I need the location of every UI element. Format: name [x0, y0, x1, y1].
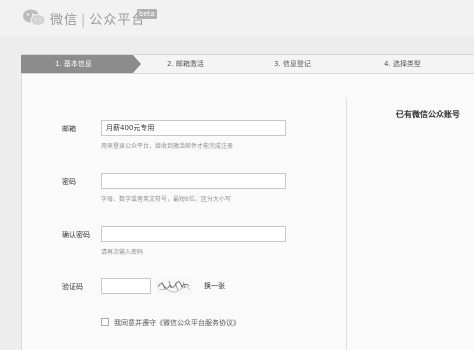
confirm-password-hint: 请再次输入密码 [101, 249, 144, 256]
captcha-field[interactable] [101, 278, 151, 294]
step-select-type: 4. 选择类型 [384, 60, 421, 68]
password-hint: 字母、数字或者英文符号，最短6位，区分大小写 [101, 196, 231, 203]
refresh-captcha-link[interactable]: 换一张 [204, 281, 225, 291]
brand-name: 微信 [50, 13, 79, 28]
existing-account-link[interactable]: 已有微信公众账号 [396, 109, 460, 120]
agreement-checkbox[interactable] [101, 318, 109, 326]
email-label: 邮箱 [62, 125, 76, 133]
step-info-registration: 3. 信息登记 [274, 60, 311, 68]
password-field[interactable] [101, 173, 286, 189]
step-basic-info: 1. 基本信息 [21, 55, 133, 73]
beta-badge: beta [137, 9, 157, 19]
email-field[interactable]: 月薪400元专用 [101, 120, 286, 136]
top-header: 微信 | 公众平台 beta [0, 0, 474, 36]
panel-divider [346, 98, 347, 350]
password-label: 密码 [62, 178, 76, 186]
brand-separator: | [81, 13, 87, 28]
agreement-label[interactable]: 我同意并遵守《微信公众平台服务协议》 [114, 318, 240, 328]
step-email-activation: 2. 邮箱激活 [167, 60, 204, 68]
wechat-logo-icon [23, 9, 46, 26]
confirm-password-field[interactable] [101, 226, 286, 242]
captcha-label: 验证码 [62, 283, 83, 291]
email-hint: 用来登录公众平台，接收到激活邮件才能完成注册 [101, 143, 234, 150]
captcha-image[interactable] [156, 278, 192, 294]
active-step-arrow [133, 55, 141, 73]
confirm-password-label: 确认密码 [62, 231, 90, 239]
logo-title: 微信 | 公众平台 [50, 9, 145, 28]
registration-steps: 1. 基本信息 2. 邮箱激活 3. 信息登记 4. 选择类型 [21, 54, 474, 74]
